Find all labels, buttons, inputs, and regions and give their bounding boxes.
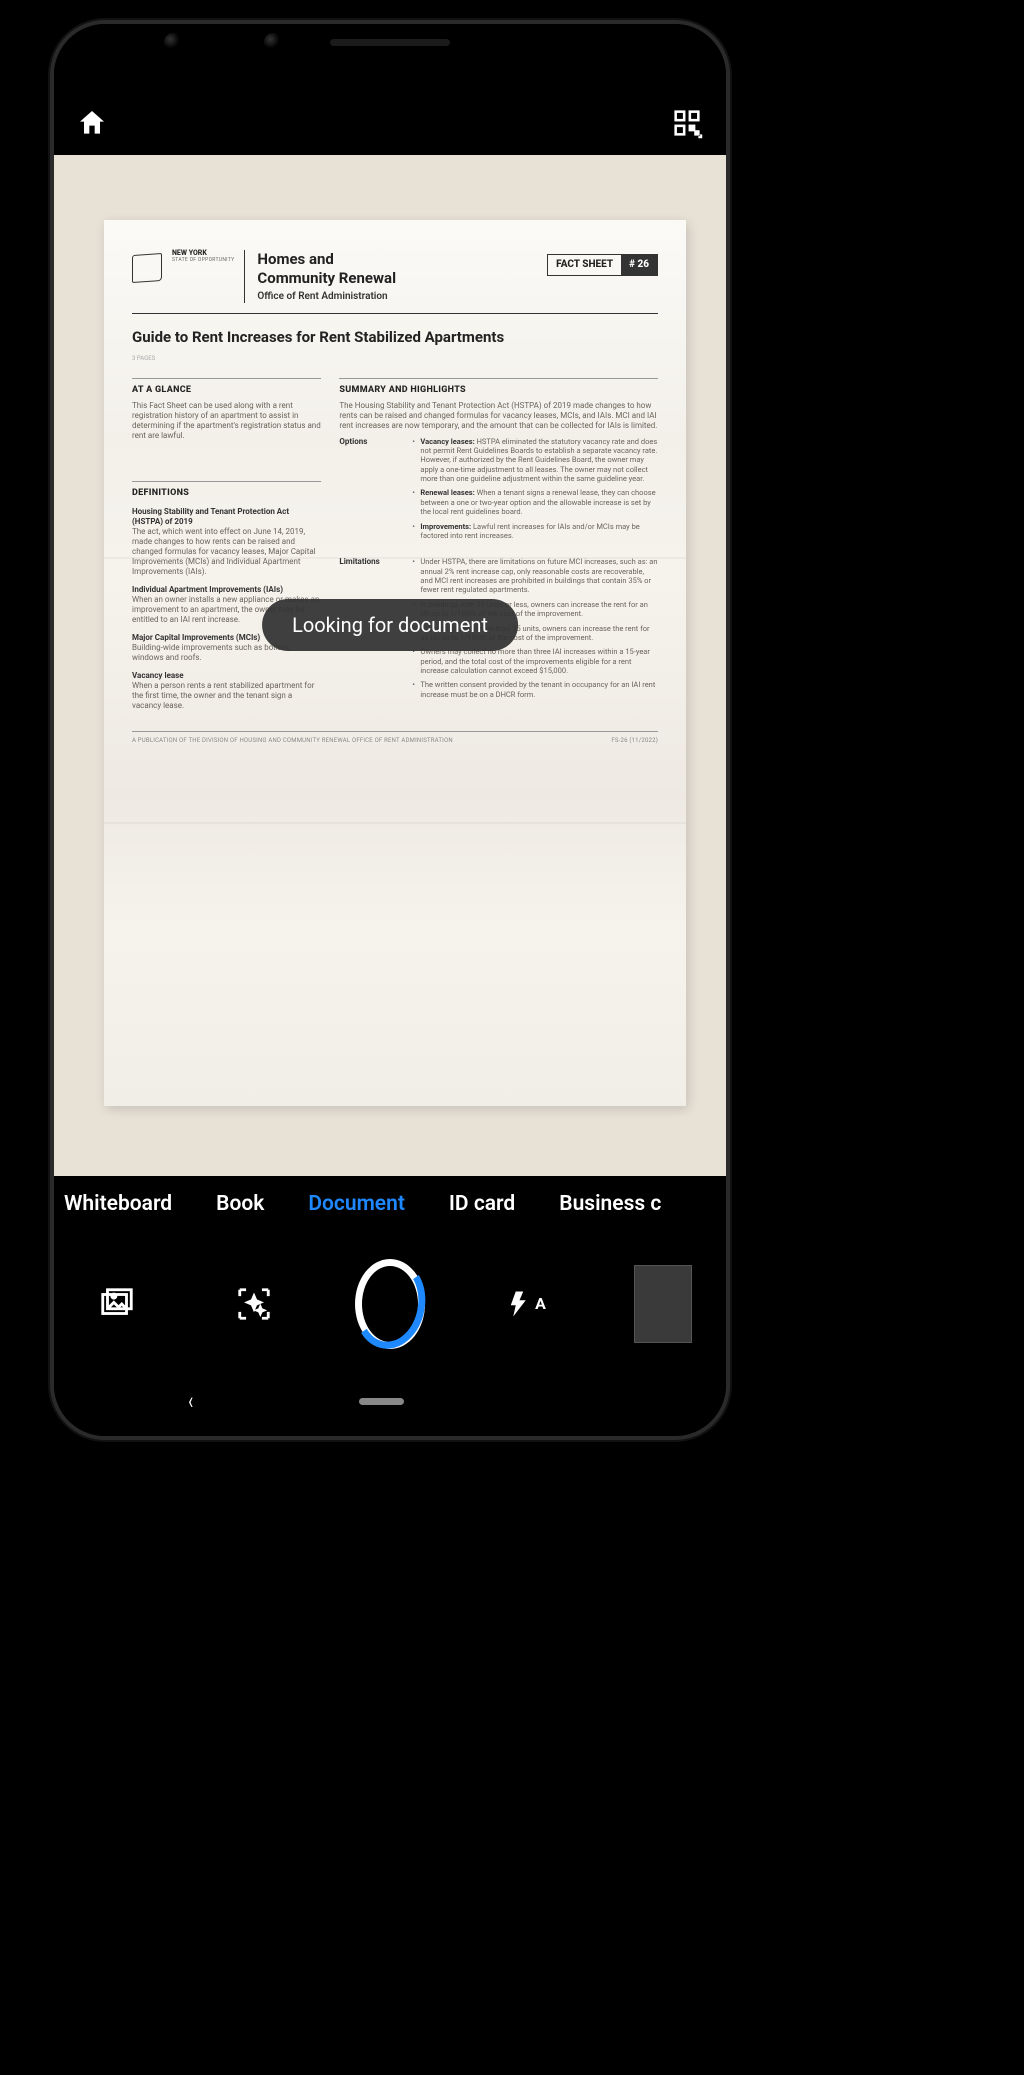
summary-body: The Housing Stability and Tenant Protect… — [339, 401, 658, 431]
agency-line2: Community Renewal — [257, 269, 396, 288]
mode-tab-whiteboard[interactable]: Whiteboard — [64, 1192, 172, 1216]
capture-mode-strip[interactable]: Whiteboard Book Document ID card Business c — [54, 1176, 726, 1231]
iai-head: Individual Apartment Improvements (IAIs) — [132, 585, 321, 595]
footer-right: FS-26 (11/2022) — [611, 737, 658, 745]
status-toast: Looking for document — [262, 599, 518, 651]
camera-dot — [164, 33, 182, 51]
nav-back-button[interactable]: ‹ — [188, 1387, 193, 1415]
speaker-slot — [330, 39, 450, 46]
options-label: Options — [339, 437, 394, 546]
document-body: AT A GLANCE This Fact Sheet can be used … — [132, 378, 658, 717]
vac-body: When a person rents a rent stabilized ap… — [132, 681, 321, 711]
hstpa-body: The act, which went into effect on June … — [132, 527, 321, 577]
document-title: Guide to Rent Increases for Rent Stabili… — [132, 328, 658, 347]
logo-state: NEW YORK — [172, 250, 234, 257]
mode-tab-id-card[interactable]: ID card — [449, 1192, 515, 1216]
power-button[interactable] — [728, 394, 730, 474]
at-a-glance-head: AT A GLANCE — [132, 378, 321, 396]
summary-head: SUMMARY AND HIGHLIGHTS — [339, 378, 658, 396]
mode-tab-business-c[interactable]: Business c — [559, 1192, 661, 1216]
status-bar — [54, 60, 726, 90]
flash-button[interactable]: A — [507, 1285, 546, 1323]
home-icon — [76, 107, 108, 139]
limitation-item: Under HSTPA, there are limitations on fu… — [412, 557, 658, 595]
shutter-button[interactable] — [355, 1259, 425, 1349]
document-footer: A PUBLICATION OF THE DIVISION OF HOUSING… — [132, 731, 658, 745]
gallery-button[interactable] — [98, 1285, 136, 1323]
home-button[interactable] — [76, 107, 108, 139]
screen: NEW YORK STATE OF OPPORTUNITY Homes and … — [54, 60, 726, 1436]
system-nav-bar: ‹ — [54, 1376, 726, 1436]
mode-tab-document[interactable]: Document — [308, 1192, 405, 1216]
at-a-glance-body: This Fact Sheet can be used along with a… — [132, 401, 321, 441]
nav-home-pill[interactable] — [359, 1398, 404, 1405]
limitation-item: Owners may collect no more than three IA… — [412, 647, 658, 675]
volume-button[interactable] — [728, 584, 730, 734]
scanned-document: NEW YORK STATE OF OPPORTUNITY Homes and … — [104, 220, 686, 1106]
ny-state-icon — [132, 253, 162, 283]
logo-sub: STATE OF OPPORTUNITY — [172, 257, 234, 263]
qr-icon — [670, 106, 704, 140]
gallery-icon — [98, 1285, 136, 1323]
document-header: NEW YORK STATE OF OPPORTUNITY Homes and … — [132, 250, 658, 314]
flash-auto-icon — [507, 1285, 537, 1323]
enhance-button[interactable] — [235, 1285, 273, 1323]
footer-left: A PUBLICATION OF THE DIVISION OF HOUSING… — [132, 737, 453, 745]
badge-left: FACT SHEET — [548, 255, 621, 275]
enhance-icon — [235, 1285, 273, 1323]
agency-line1: Homes and — [257, 250, 396, 269]
agency-line3: Office of Rent Administration — [257, 291, 396, 304]
page-count: 3 PAGES — [132, 355, 658, 363]
camera-viewport[interactable]: NEW YORK STATE OF OPPORTUNITY Homes and … — [54, 155, 726, 1176]
phone-frame: NEW YORK STATE OF OPPORTUNITY Homes and … — [50, 20, 730, 1440]
toast-text: Looking for document — [292, 613, 488, 637]
shutter-inner — [365, 1269, 415, 1339]
qr-button[interactable] — [670, 106, 704, 140]
limitation-item: The written consent provided by the tena… — [412, 680, 658, 699]
vac-head: Vacancy lease — [132, 671, 321, 681]
phone-notch — [54, 24, 726, 60]
bottom-controls: A — [54, 1231, 726, 1376]
options-list: Vacancy leases: HSTPA eliminated the sta… — [404, 437, 658, 546]
flash-mode-label: A — [535, 1294, 546, 1313]
definitions-head: DEFINITIONS — [132, 481, 321, 499]
option-item: Improvements: Lawful rent increases for … — [412, 522, 658, 541]
badge-right: # 26 — [621, 255, 657, 275]
hstpa-head: Housing Stability and Tenant Protection … — [132, 507, 321, 527]
option-item: Renewal leases: When a tenant signs a re… — [412, 488, 658, 516]
option-item: Vacancy leases: HSTPA eliminated the sta… — [412, 437, 658, 484]
sensor-dot — [264, 33, 282, 51]
mode-tab-book[interactable]: Book — [216, 1192, 264, 1216]
top-bar — [54, 90, 726, 155]
last-capture-thumbnail[interactable] — [634, 1265, 692, 1343]
fact-sheet-badge: FACT SHEET # 26 — [547, 254, 658, 276]
